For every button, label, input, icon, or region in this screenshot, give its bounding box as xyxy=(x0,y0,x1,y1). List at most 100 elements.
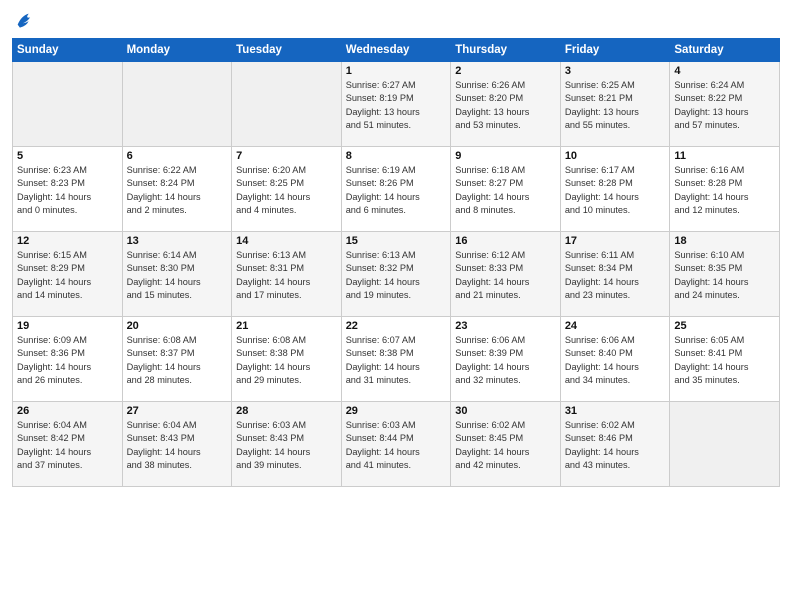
day-number: 20 xyxy=(127,320,228,332)
day-info: Sunrise: 6:25 AM Sunset: 8:21 PM Dayligh… xyxy=(565,79,666,132)
day-info: Sunrise: 6:20 AM Sunset: 8:25 PM Dayligh… xyxy=(236,164,337,217)
day-number: 12 xyxy=(17,235,118,247)
day-cell: 21 Sunrise: 6:08 AM Sunset: 8:38 PM Dayli… xyxy=(232,317,342,402)
day-info: Sunrise: 6:23 AM Sunset: 8:23 PM Dayligh… xyxy=(17,164,118,217)
day-info: Sunrise: 6:19 AM Sunset: 8:26 PM Dayligh… xyxy=(346,164,447,217)
day-info: Sunrise: 6:04 AM Sunset: 8:43 PM Dayligh… xyxy=(127,419,228,472)
day-cell: 26 Sunrise: 6:04 AM Sunset: 8:42 PM Dayli… xyxy=(13,402,123,487)
day-number: 22 xyxy=(346,320,447,332)
day-cell: 11 Sunrise: 6:16 AM Sunset: 8:28 PM Dayli… xyxy=(670,147,780,232)
day-cell: 10Sunrise: 6:17 AM Sunset: 8:28 PM Dayli… xyxy=(560,147,670,232)
day-info: Sunrise: 6:12 AM Sunset: 8:33 PM Dayligh… xyxy=(455,249,556,302)
day-number: 31 xyxy=(565,405,666,417)
weekday-header-sunday: Sunday xyxy=(13,39,123,62)
day-cell: 5 Sunrise: 6:23 AM Sunset: 8:23 PM Daylig… xyxy=(13,147,123,232)
week-row-5: 26 Sunrise: 6:04 AM Sunset: 8:42 PM Dayli… xyxy=(13,402,780,487)
day-cell: 29 Sunrise: 6:03 AM Sunset: 8:44 PM Dayli… xyxy=(341,402,451,487)
weekday-header-row: SundayMondayTuesdayWednesdayThursdayFrid… xyxy=(13,39,780,62)
day-info: Sunrise: 6:08 AM Sunset: 8:38 PM Dayligh… xyxy=(236,334,337,387)
day-info: Sunrise: 6:24 AM Sunset: 8:22 PM Dayligh… xyxy=(674,79,775,132)
day-number: 11 xyxy=(674,150,775,162)
day-number: 15 xyxy=(346,235,447,247)
day-info: Sunrise: 6:04 AM Sunset: 8:42 PM Dayligh… xyxy=(17,419,118,472)
day-info: Sunrise: 6:18 AM Sunset: 8:27 PM Dayligh… xyxy=(455,164,556,217)
day-info: Sunrise: 6:26 AM Sunset: 8:20 PM Dayligh… xyxy=(455,79,556,132)
day-number: 10 xyxy=(565,150,666,162)
day-cell: 28 Sunrise: 6:03 AM Sunset: 8:43 PM Dayli… xyxy=(232,402,342,487)
day-cell: 3 Sunrise: 6:25 AM Sunset: 8:21 PM Daylig… xyxy=(560,62,670,147)
day-cell: 8 Sunrise: 6:19 AM Sunset: 8:26 PM Daylig… xyxy=(341,147,451,232)
weekday-header-thursday: Thursday xyxy=(451,39,561,62)
day-cell: 13 Sunrise: 6:14 AM Sunset: 8:30 PM Dayli… xyxy=(122,232,232,317)
calendar-table: SundayMondayTuesdayWednesdayThursdayFrid… xyxy=(12,38,780,487)
day-number: 16 xyxy=(455,235,556,247)
day-number: 8 xyxy=(346,150,447,162)
day-info: Sunrise: 6:03 AM Sunset: 8:43 PM Dayligh… xyxy=(236,419,337,472)
day-number: 6 xyxy=(127,150,228,162)
day-info: Sunrise: 6:14 AM Sunset: 8:30 PM Dayligh… xyxy=(127,249,228,302)
day-info: Sunrise: 6:15 AM Sunset: 8:29 PM Dayligh… xyxy=(17,249,118,302)
day-number: 18 xyxy=(674,235,775,247)
day-number: 14 xyxy=(236,235,337,247)
day-cell: 20 Sunrise: 6:08 AM Sunset: 8:37 PM Dayli… xyxy=(122,317,232,402)
day-info: Sunrise: 6:10 AM Sunset: 8:35 PM Dayligh… xyxy=(674,249,775,302)
day-number: 26 xyxy=(17,405,118,417)
week-row-3: 12 Sunrise: 6:15 AM Sunset: 8:29 PM Dayli… xyxy=(13,232,780,317)
week-row-4: 19 Sunrise: 6:09 AM Sunset: 8:36 PM Dayli… xyxy=(13,317,780,402)
day-cell: 30Sunrise: 6:02 AM Sunset: 8:45 PM Dayli… xyxy=(451,402,561,487)
week-row-1: 1 Sunrise: 6:27 AM Sunset: 8:19 PM Daylig… xyxy=(13,62,780,147)
day-info: Sunrise: 6:02 AM Sunset: 8:46 PM Dayligh… xyxy=(565,419,666,472)
day-number: 1 xyxy=(346,65,447,77)
day-cell: 22 Sunrise: 6:07 AM Sunset: 8:38 PM Dayli… xyxy=(341,317,451,402)
day-info: Sunrise: 6:09 AM Sunset: 8:36 PM Dayligh… xyxy=(17,334,118,387)
day-number: 13 xyxy=(127,235,228,247)
day-info: Sunrise: 6:07 AM Sunset: 8:38 PM Dayligh… xyxy=(346,334,447,387)
day-number: 21 xyxy=(236,320,337,332)
weekday-header-saturday: Saturday xyxy=(670,39,780,62)
day-cell: 15 Sunrise: 6:13 AM Sunset: 8:32 PM Dayli… xyxy=(341,232,451,317)
logo-bird-icon xyxy=(14,10,36,32)
weekday-header-wednesday: Wednesday xyxy=(341,39,451,62)
week-row-2: 5 Sunrise: 6:23 AM Sunset: 8:23 PM Daylig… xyxy=(13,147,780,232)
weekday-header-friday: Friday xyxy=(560,39,670,62)
page: SundayMondayTuesdayWednesdayThursdayFrid… xyxy=(0,0,792,612)
day-number: 2 xyxy=(455,65,556,77)
day-info: Sunrise: 6:08 AM Sunset: 8:37 PM Dayligh… xyxy=(127,334,228,387)
day-cell: 2 Sunrise: 6:26 AM Sunset: 8:20 PM Daylig… xyxy=(451,62,561,147)
day-cell: 7Sunrise: 6:20 AM Sunset: 8:25 PM Daylig… xyxy=(232,147,342,232)
day-number: 19 xyxy=(17,320,118,332)
day-number: 5 xyxy=(17,150,118,162)
day-cell: 9 Sunrise: 6:18 AM Sunset: 8:27 PM Daylig… xyxy=(451,147,561,232)
day-info: Sunrise: 6:27 AM Sunset: 8:19 PM Dayligh… xyxy=(346,79,447,132)
day-info: Sunrise: 6:13 AM Sunset: 8:32 PM Dayligh… xyxy=(346,249,447,302)
day-number: 24 xyxy=(565,320,666,332)
day-number: 17 xyxy=(565,235,666,247)
day-number: 4 xyxy=(674,65,775,77)
logo xyxy=(12,10,36,32)
day-number: 29 xyxy=(346,405,447,417)
weekday-header-monday: Monday xyxy=(122,39,232,62)
day-info: Sunrise: 6:16 AM Sunset: 8:28 PM Dayligh… xyxy=(674,164,775,217)
day-info: Sunrise: 6:06 AM Sunset: 8:39 PM Dayligh… xyxy=(455,334,556,387)
day-number: 28 xyxy=(236,405,337,417)
day-cell xyxy=(13,62,123,147)
day-cell: 25Sunrise: 6:05 AM Sunset: 8:41 PM Dayli… xyxy=(670,317,780,402)
day-cell: 31 Sunrise: 6:02 AM Sunset: 8:46 PM Dayli… xyxy=(560,402,670,487)
day-cell: 14 Sunrise: 6:13 AM Sunset: 8:31 PM Dayli… xyxy=(232,232,342,317)
day-cell: 27 Sunrise: 6:04 AM Sunset: 8:43 PM Dayli… xyxy=(122,402,232,487)
day-info: Sunrise: 6:13 AM Sunset: 8:31 PM Dayligh… xyxy=(236,249,337,302)
day-cell xyxy=(122,62,232,147)
day-number: 25 xyxy=(674,320,775,332)
day-number: 30 xyxy=(455,405,556,417)
day-number: 3 xyxy=(565,65,666,77)
day-cell: 4 Sunrise: 6:24 AM Sunset: 8:22 PM Daylig… xyxy=(670,62,780,147)
day-info: Sunrise: 6:11 AM Sunset: 8:34 PM Dayligh… xyxy=(565,249,666,302)
day-cell: 19 Sunrise: 6:09 AM Sunset: 8:36 PM Dayli… xyxy=(13,317,123,402)
day-info: Sunrise: 6:03 AM Sunset: 8:44 PM Dayligh… xyxy=(346,419,447,472)
day-cell: 23Sunrise: 6:06 AM Sunset: 8:39 PM Dayli… xyxy=(451,317,561,402)
day-number: 9 xyxy=(455,150,556,162)
day-cell: 1 Sunrise: 6:27 AM Sunset: 8:19 PM Daylig… xyxy=(341,62,451,147)
day-cell: 16 Sunrise: 6:12 AM Sunset: 8:33 PM Dayli… xyxy=(451,232,561,317)
day-number: 27 xyxy=(127,405,228,417)
day-cell: 18 Sunrise: 6:10 AM Sunset: 8:35 PM Dayli… xyxy=(670,232,780,317)
